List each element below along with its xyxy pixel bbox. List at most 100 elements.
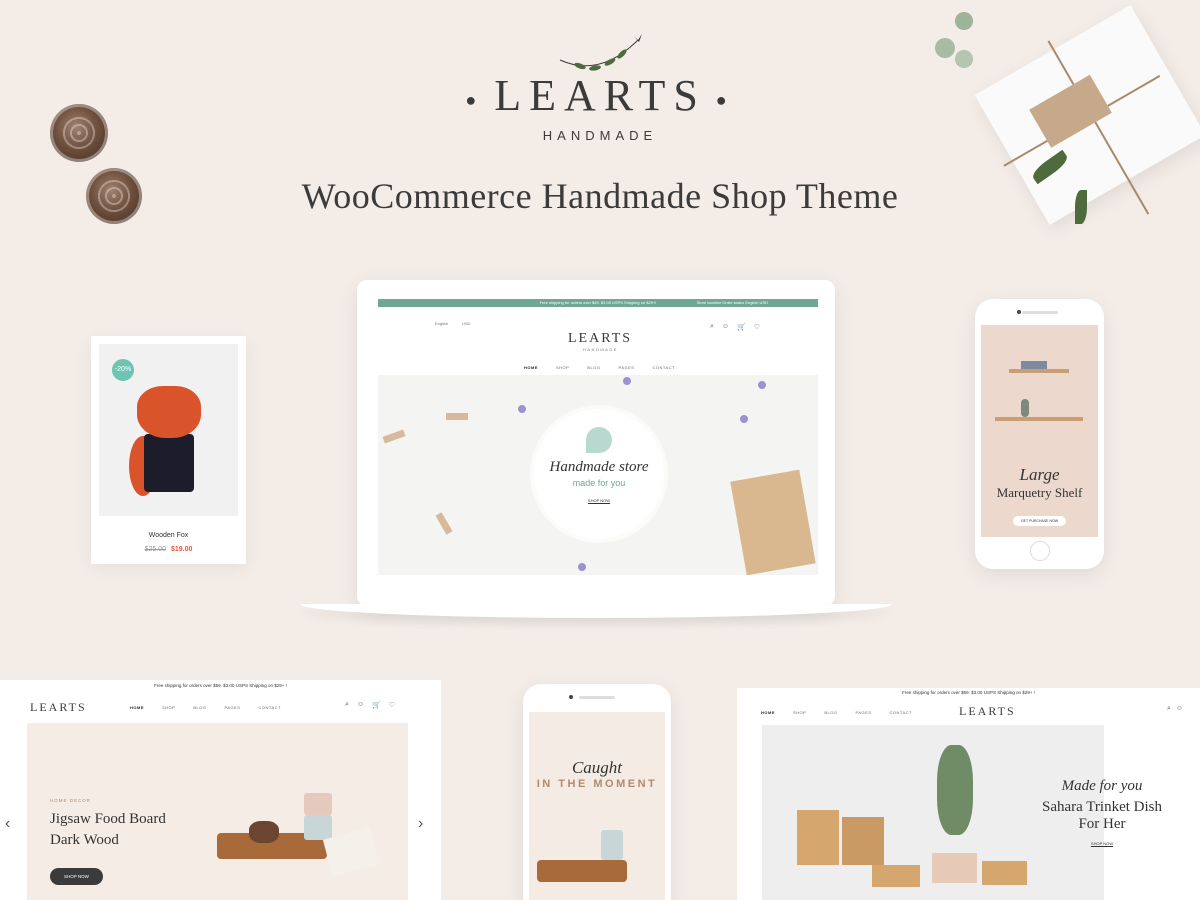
nav-item-home[interactable]: HOME	[761, 710, 775, 715]
fox-head	[137, 386, 201, 438]
language-select[interactable]: English	[435, 321, 448, 326]
clothespin-decoration	[435, 512, 453, 535]
bird-icon	[586, 427, 612, 453]
brand-header: ● LEARTS ● HANDMADE	[0, 30, 1200, 143]
nav-item-shop[interactable]: SHOP	[793, 710, 806, 715]
cup-decoration	[304, 793, 332, 815]
flower-decoration	[623, 377, 631, 385]
search-icon[interactable]: ⌕	[345, 701, 349, 709]
site-right-logo[interactable]: LEARTS	[959, 704, 1016, 719]
home-button	[1029, 541, 1050, 561]
cart-icon[interactable]: 🛒	[372, 701, 381, 709]
search-icon[interactable]: ⌕	[710, 323, 714, 331]
laptop-hero: Handmade store made for you SHOP NOW	[378, 375, 818, 575]
flower-decoration	[518, 405, 526, 413]
site-mockup-right: Free shipping for orders over $59. $3.00…	[737, 688, 1200, 900]
chevron-left-icon[interactable]: ‹	[5, 815, 10, 833]
topbar-links[interactable]: Store location Order status English USD	[697, 299, 768, 307]
bread-decoration	[249, 821, 279, 843]
shelf-top	[1009, 369, 1069, 373]
phone-bottom-script: Caught	[571, 758, 623, 777]
site-right-script: Made for you	[1061, 778, 1143, 794]
nav-item-blog[interactable]: BLOG	[587, 365, 600, 370]
laptop-mockup: Free shipping for orders over $59. $3.00…	[357, 280, 835, 606]
hero-title-line1: Jigsaw Food Board	[50, 811, 166, 827]
site-right-nav: HOME SHOP BLOG PAGES CONTACT	[761, 710, 930, 715]
shelf-bottom	[995, 417, 1083, 421]
wooden-box	[932, 853, 977, 883]
phone-right-script: Large	[1019, 465, 1060, 484]
nav-item-pages[interactable]: PAGES	[618, 365, 634, 370]
shop-now-link[interactable]: SHOP NOW	[534, 498, 664, 503]
shipping-topbar: Free shipping for orders over $59. $3.00…	[154, 683, 287, 688]
wooden-box	[842, 817, 884, 865]
site-left-hero: HOME DECOR Jigsaw Food Board Dark Wood S…	[27, 723, 408, 900]
currency-select[interactable]: USD	[462, 321, 470, 326]
laptop-nav: HOME SHOP BLOG PAGES CONTACT	[524, 365, 693, 370]
nav-item-blog[interactable]: BLOG	[824, 710, 837, 715]
nav-item-blog[interactable]: BLOG	[193, 705, 206, 710]
nav-item-pages[interactable]: PAGES	[224, 705, 240, 710]
phone-bottom-title: IN THE MOMENT	[536, 778, 658, 790]
cup-decoration	[304, 815, 332, 840]
vase-decoration	[1021, 399, 1029, 417]
user-icon[interactable]: ☺	[357, 701, 364, 709]
phone-speaker	[579, 696, 615, 699]
wishlist-icon[interactable]: ♡	[754, 323, 760, 331]
laptop-logo[interactable]: LEARTS	[568, 331, 632, 347]
nav-item-contact[interactable]: CONTACT	[258, 705, 281, 710]
flower-decoration	[578, 563, 586, 571]
nav-item-contact[interactable]: CONTACT	[652, 365, 675, 370]
camera-icon	[1017, 310, 1021, 314]
nav-item-home[interactable]: HOME	[524, 365, 538, 370]
header-icons: ⌕ ☺ 🛒 ♡	[345, 701, 395, 709]
phone-screen: Caught IN THE MOMENT	[529, 712, 665, 900]
user-icon[interactable]: ☺	[1176, 705, 1183, 713]
wishlist-icon[interactable]: ♡	[389, 701, 395, 709]
food-board-image	[537, 860, 627, 882]
search-icon[interactable]: ⌕	[1167, 705, 1171, 713]
sale-price: $19.00	[170, 546, 193, 553]
site-right-title-line2: For Her	[1078, 816, 1126, 832]
leaf-decoration	[955, 12, 973, 30]
phone-screen: Large Marquetry Shelf GET PURCHASE NOW	[981, 325, 1098, 537]
camera-icon	[569, 695, 573, 699]
product-image[interactable]: -20%	[99, 344, 238, 516]
wooden-box	[797, 810, 839, 865]
nav-item-pages[interactable]: PAGES	[855, 710, 871, 715]
shop-now-button[interactable]: SHOP NOW	[50, 868, 103, 885]
phone-mockup-right: Large Marquetry Shelf GET PURCHASE NOW	[975, 299, 1104, 569]
old-price: $25.00	[144, 546, 167, 553]
fox-body	[144, 434, 194, 492]
site-left-logo[interactable]: LEARTS	[30, 700, 87, 715]
product-card[interactable]: -20% Wooden Fox $25.00 $19.00	[91, 336, 246, 564]
hero-subtitle: made for you	[572, 478, 626, 488]
user-icon[interactable]: ☺	[722, 323, 729, 331]
header-icons: ⌕ ☺ 🛒 ♡	[710, 323, 760, 331]
purchase-button[interactable]: GET PURCHASE NOW	[1012, 516, 1067, 526]
nav-item-shop[interactable]: SHOP	[556, 365, 569, 370]
brand-subtitle: HANDMADE	[542, 127, 658, 143]
phone-mockup-bottom: Caught IN THE MOMENT	[523, 684, 671, 900]
shop-now-link[interactable]: SHOP NOW	[1022, 841, 1182, 846]
product-price: $25.00 $19.00	[91, 546, 246, 553]
site-left-nav: HOME SHOP BLOG PAGES CONTACT	[130, 705, 299, 710]
flower-decoration	[740, 415, 748, 423]
laptop-base	[300, 604, 892, 618]
plant-decoration	[937, 745, 973, 835]
hero-title: Handmade store	[549, 459, 649, 475]
phone-right-title: Marquetry Shelf	[996, 485, 1083, 500]
cart-icon[interactable]: 🛒	[737, 323, 746, 331]
hero-text: HOME DECOR Jigsaw Food Board Dark Wood S…	[50, 798, 166, 885]
category-label: HOME DECOR	[50, 798, 92, 803]
nav-item-contact[interactable]: CONTACT	[889, 710, 912, 715]
nav-item-shop[interactable]: SHOP	[162, 705, 175, 710]
wooden-box	[872, 865, 920, 887]
laptop-logo-sub: HANDMADE	[583, 347, 618, 352]
nav-item-home[interactable]: HOME	[130, 705, 144, 710]
phone-speaker	[1021, 311, 1058, 314]
discount-badge: -20%	[112, 359, 134, 381]
product-name[interactable]: Wooden Fox	[91, 532, 246, 539]
hero-badge: Handmade store made for you SHOP NOW	[534, 409, 664, 539]
chevron-right-icon[interactable]: ›	[418, 815, 423, 833]
